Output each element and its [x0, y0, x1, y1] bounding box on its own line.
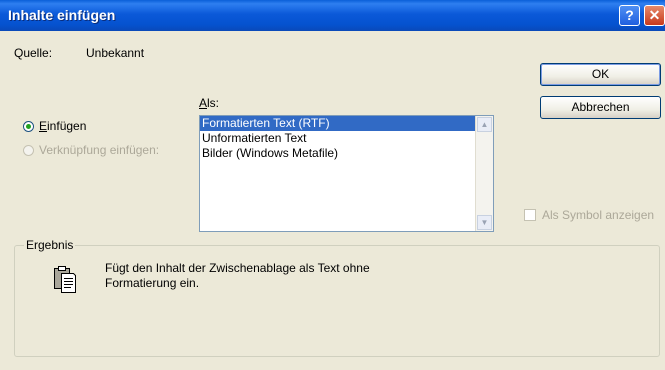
list-scrollbar[interactable]: ▲ ▼ [475, 116, 493, 231]
result-group: Ergebnis Fügt den Inhalt der Zwischenabl… [14, 238, 660, 357]
result-line-2: Formatierung ein. [105, 276, 200, 290]
help-button[interactable]: ? [619, 5, 640, 26]
source-value: Unbekannt [86, 46, 145, 60]
cancel-button[interactable]: Abbrechen [540, 96, 661, 119]
close-icon: ✕ [648, 7, 661, 23]
result-description: Fügt den Inhalt der Zwischenablage als T… [105, 261, 435, 291]
list-item[interactable]: Unformatierten Text [200, 131, 493, 146]
format-listbox[interactable]: Formatierten Text (RTF) Unformatierten T… [199, 115, 494, 232]
paste-radio[interactable] [23, 121, 34, 132]
help-icon: ? [625, 7, 634, 23]
title-bar: Inhalte einfügen ? ✕ [0, 0, 665, 31]
source-label: Quelle: [14, 46, 53, 60]
paste-link-radio[interactable] [23, 145, 34, 156]
paste-radio-label[interactable]: Einfügen [39, 119, 86, 133]
paste-link-radio-label: Verknüpfung einfügen: [39, 143, 160, 157]
list-item[interactable]: Bilder (Windows Metafile) [200, 146, 493, 161]
result-group-title: Ergebnis [24, 238, 76, 252]
close-button[interactable]: ✕ [644, 5, 665, 26]
show-as-icon-label: Als Symbol anzeigen [542, 208, 655, 222]
ok-button[interactable]: OK [540, 63, 661, 86]
list-item[interactable]: Formatierten Text (RTF) [200, 116, 493, 131]
scroll-up-icon[interactable]: ▲ [477, 117, 492, 132]
result-line-1: Fügt den Inhalt der Zwischenablage als T… [105, 261, 370, 275]
as-label: Als: [199, 96, 220, 110]
show-as-icon-checkbox[interactable] [524, 209, 536, 221]
window-title: Inhalte einfügen [8, 7, 116, 23]
clipboard-icon [53, 264, 77, 297]
scroll-down-icon[interactable]: ▼ [477, 215, 492, 230]
